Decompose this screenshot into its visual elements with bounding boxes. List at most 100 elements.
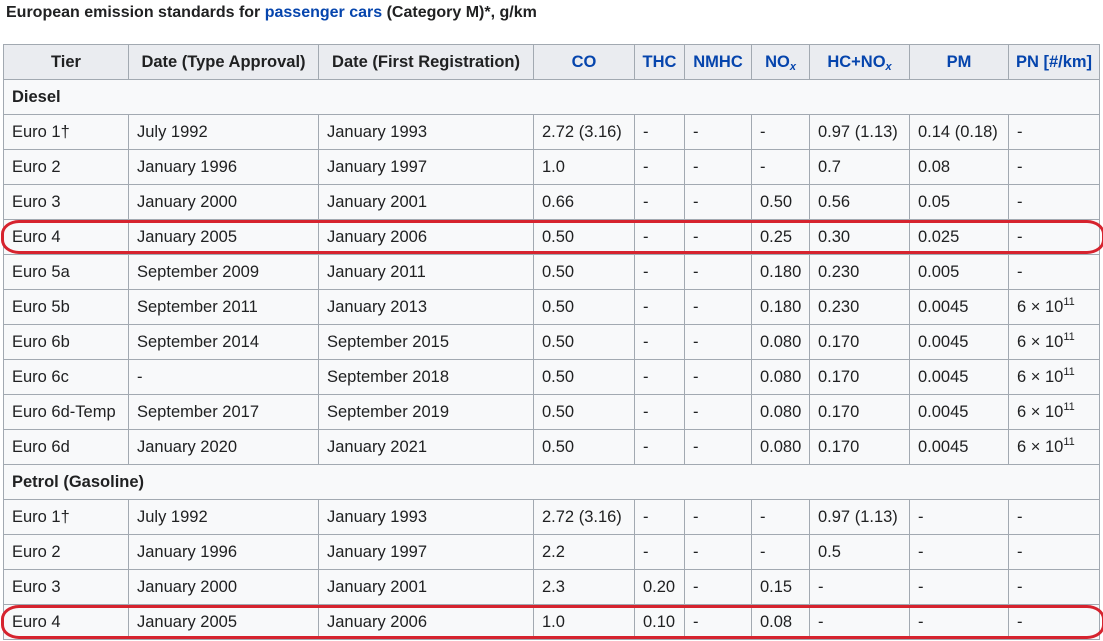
cell-co: 0.50 bbox=[533, 394, 635, 430]
cell-thc: - bbox=[634, 499, 685, 535]
cell-date-first-registration: January 2011 bbox=[318, 254, 534, 290]
cell-date-first-registration: January 2006 bbox=[318, 604, 534, 640]
cell-hc-nox: 0.230 bbox=[809, 289, 910, 325]
cell-co: 1.0 bbox=[533, 604, 635, 640]
cell-pm: - bbox=[909, 534, 1009, 570]
diesel-row-euro-2: Euro 2 January 1996 January 1997 1.0- - -0.7 0… bbox=[3, 149, 1100, 185]
cell-date-first-registration: September 2018 bbox=[318, 359, 534, 395]
cell-pm: 0.08 bbox=[909, 149, 1009, 185]
diesel-row-euro-6d-temp: Euro 6d-Temp September 2017 September 2019… bbox=[3, 394, 1100, 430]
col-header-hc-nox[interactable]: HC+NOx bbox=[809, 44, 910, 80]
cell-date-type-approval: January 1996 bbox=[128, 534, 319, 570]
cell-pm: 0.0045 bbox=[909, 324, 1009, 360]
passenger-cars-link[interactable]: passenger cars bbox=[265, 4, 382, 21]
col-header-co[interactable]: CO bbox=[533, 44, 635, 80]
cell-nox: 0.080 bbox=[751, 359, 810, 395]
cell-hc-nox: 0.97 (1.13) bbox=[809, 499, 910, 535]
caption-suffix: (Category M)*, g/km bbox=[382, 4, 537, 21]
cell-tier: Euro 2 bbox=[3, 149, 129, 185]
cell-nox: 0.25 bbox=[751, 219, 810, 255]
cell-nox: 0.080 bbox=[751, 429, 810, 465]
cell-co: 0.50 bbox=[533, 429, 635, 465]
cell-date-type-approval: January 1996 bbox=[128, 149, 319, 185]
section-label-petrol: Petrol (Gasoline) bbox=[3, 464, 1100, 500]
cell-thc: - bbox=[634, 254, 685, 290]
col-header-nmhc[interactable]: NMHC bbox=[684, 44, 752, 80]
cell-nmhc: - bbox=[684, 429, 752, 465]
petrol-row-euro-2: Euro 2 January 1996 January 1997 2.2- - -0.5-… bbox=[3, 534, 1100, 570]
col-header-date-type-approval[interactable]: Date (Type Approval) bbox=[128, 44, 319, 80]
cell-pn: 6 × 1011 bbox=[1008, 324, 1100, 360]
cell-nmhc: - bbox=[684, 569, 752, 605]
diesel-row-euro-6b: Euro 6b September 2014 September 2015 0.50-… bbox=[3, 324, 1100, 360]
col-header-pn[interactable]: PN [#/km] bbox=[1008, 44, 1100, 80]
cell-pm: 0.005 bbox=[909, 254, 1009, 290]
cell-pn: 6 × 1011 bbox=[1008, 289, 1100, 325]
cell-hc-nox: 0.7 bbox=[809, 149, 910, 185]
cell-nox: - bbox=[751, 534, 810, 570]
cell-co: 0.50 bbox=[533, 359, 635, 395]
cell-nox: 0.180 bbox=[751, 289, 810, 325]
cell-tier: Euro 5b bbox=[3, 289, 129, 325]
cell-nox: - bbox=[751, 114, 810, 150]
cell-hc-nox: 0.170 bbox=[809, 324, 910, 360]
cell-tier: Euro 6b bbox=[3, 324, 129, 360]
cell-nmhc: - bbox=[684, 324, 752, 360]
diesel-row-euro-6d: Euro 6d January 2020 January 2021 0.50- -0.0… bbox=[3, 429, 1100, 465]
pn-exponent: 11 bbox=[1063, 401, 1075, 413]
cell-date-first-registration: January 2006 bbox=[318, 219, 534, 255]
cell-tier: Euro 1† bbox=[3, 114, 129, 150]
cell-nmhc: - bbox=[684, 359, 752, 395]
cell-hc-nox: - bbox=[809, 604, 910, 640]
diesel-row-euro-6c: Euro 6c - September 2018 0.50- -0.080 0.170 0.… bbox=[3, 359, 1100, 395]
cell-pm: 0.0045 bbox=[909, 289, 1009, 325]
cell-pm: 0.0045 bbox=[909, 359, 1009, 395]
cell-co: 2.2 bbox=[533, 534, 635, 570]
petrol-row-euro-1: Euro 1† July 1992 January 1993 2.72 (3.16) -… bbox=[3, 499, 1100, 535]
cell-pn: - bbox=[1008, 534, 1100, 570]
cell-date-type-approval: January 2000 bbox=[128, 569, 319, 605]
col-header-pm[interactable]: PM bbox=[909, 44, 1009, 80]
cell-nmhc: - bbox=[684, 289, 752, 325]
cell-nmhc: - bbox=[684, 114, 752, 150]
section-row-diesel: Diesel bbox=[3, 79, 1100, 115]
pn-exponent: 11 bbox=[1063, 366, 1075, 378]
cell-pm: 0.05 bbox=[909, 184, 1009, 220]
cell-tier: Euro 1† bbox=[3, 499, 129, 535]
cell-pm: 0.14 (0.18) bbox=[909, 114, 1009, 150]
cell-pn: - bbox=[1008, 219, 1100, 255]
cell-nmhc: - bbox=[684, 219, 752, 255]
cell-thc: - bbox=[634, 534, 685, 570]
cell-co: 0.50 bbox=[533, 324, 635, 360]
cell-pm: - bbox=[909, 499, 1009, 535]
col-header-thc[interactable]: THC bbox=[634, 44, 685, 80]
pn-exponent: 11 bbox=[1063, 296, 1075, 308]
cell-hc-nox: 0.5 bbox=[809, 534, 910, 570]
cell-hc-nox: 0.230 bbox=[809, 254, 910, 290]
cell-thc: - bbox=[634, 149, 685, 185]
col-header-date-first-registration[interactable]: Date (First Registration) bbox=[318, 44, 534, 80]
cell-nmhc: - bbox=[684, 254, 752, 290]
col-header-tier[interactable]: Tier bbox=[3, 44, 129, 80]
col-header-nox[interactable]: NOx bbox=[751, 44, 810, 80]
cell-thc: - bbox=[634, 289, 685, 325]
cell-nox: - bbox=[751, 149, 810, 185]
cell-pn: - bbox=[1008, 184, 1100, 220]
cell-pn: - bbox=[1008, 149, 1100, 185]
cell-co: 2.72 (3.16) bbox=[533, 499, 635, 535]
cell-thc: - bbox=[634, 394, 685, 430]
section-row-petrol: Petrol (Gasoline) bbox=[3, 464, 1100, 500]
cell-tier: Euro 2 bbox=[3, 534, 129, 570]
cell-date-first-registration: January 2013 bbox=[318, 289, 534, 325]
cell-tier: Euro 4 bbox=[3, 604, 129, 640]
cell-thc: - bbox=[634, 114, 685, 150]
cell-nox: 0.15 bbox=[751, 569, 810, 605]
emission-standards-table: Tier Date (Type Approval) Date (First Re… bbox=[3, 44, 1100, 640]
cell-date-type-approval: September 2009 bbox=[128, 254, 319, 290]
cell-date-type-approval: September 2011 bbox=[128, 289, 319, 325]
cell-date-type-approval: - bbox=[128, 359, 319, 395]
cell-nmhc: - bbox=[684, 534, 752, 570]
cell-date-type-approval: January 2000 bbox=[128, 184, 319, 220]
cell-date-first-registration: January 1997 bbox=[318, 534, 534, 570]
cell-tier: Euro 6c bbox=[3, 359, 129, 395]
